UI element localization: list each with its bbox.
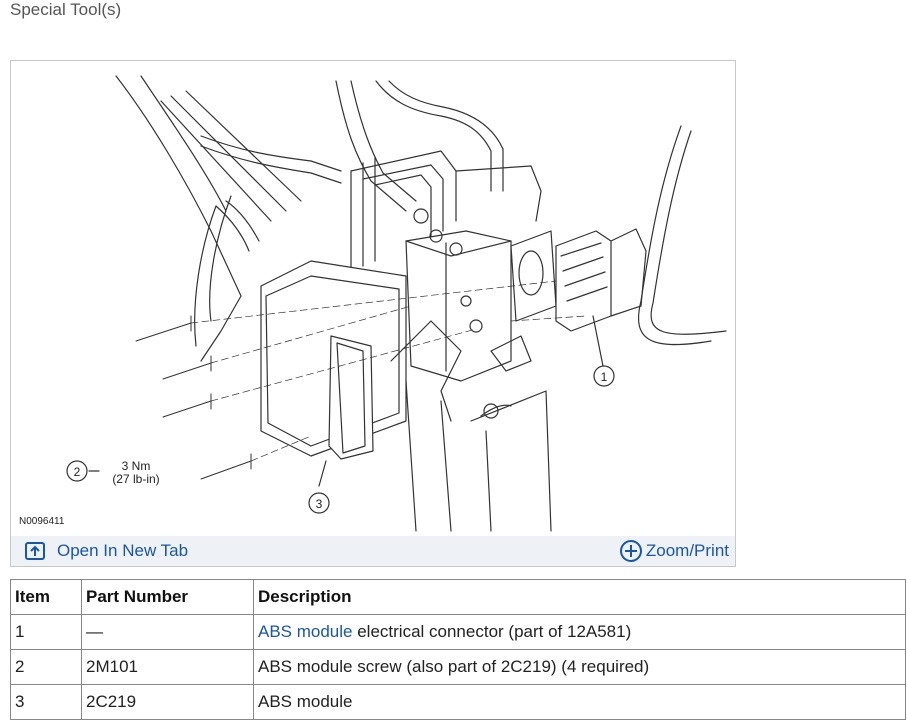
torque-lbin-label: (27 lb-in): [112, 472, 159, 486]
description-text: electrical connector (part of 12A581): [352, 622, 632, 641]
torque-nm-label: 3 Nm: [122, 459, 151, 473]
table-row: 2 2M101 ABS module screw (also part of 2…: [10, 649, 906, 685]
plus-circle-icon: [619, 540, 642, 562]
description-cell: ABS module screw (also part of 2C219) (4…: [253, 649, 906, 685]
open-new-tab-label[interactable]: Open In New Tab: [57, 541, 188, 561]
open-new-tab-link[interactable]: Open In New Tab: [25, 541, 188, 561]
abs-module-diagram: 1 2 3 3 Nm (27 lb-in): [66, 75, 727, 532]
table-header-row: Item Part Number Description: [10, 579, 906, 615]
figure-actions-bar: Open In New Tab Zoom/Print: [11, 536, 735, 566]
description-cell: ABS module electrical connector (part of…: [253, 614, 906, 650]
part-number-cell: 2C219: [81, 684, 254, 720]
description-cell: ABS module: [253, 684, 906, 720]
zoom-print-label[interactable]: Zoom/Print: [646, 541, 729, 561]
callout-3: 3: [308, 492, 330, 514]
header-description: Description: [253, 579, 906, 615]
table-row: 1 — ABS module electrical connector (par…: [10, 614, 906, 650]
parts-table: Item Part Number Description 1 — ABS mod…: [10, 579, 906, 720]
part-number-cell: 2M101: [81, 649, 254, 685]
open-new-tab-icon: [25, 542, 45, 560]
svg-text:2: 2: [74, 465, 81, 479]
item-cell: 2: [10, 649, 82, 685]
svg-text:3: 3: [316, 497, 323, 511]
header-part-number: Part Number: [81, 579, 254, 615]
item-cell: 3: [10, 684, 82, 720]
section-title: Special Tool(s): [10, 0, 122, 19]
zoom-print-link[interactable]: Zoom/Print: [619, 539, 729, 563]
callout-2: 2: [66, 460, 88, 482]
abs-module-link[interactable]: ABS module: [258, 622, 353, 641]
table-row: 3 2C219 ABS module: [10, 684, 906, 720]
part-number-cell: —: [81, 614, 254, 650]
header-item: Item: [10, 579, 82, 615]
figure-container: 1 2 3 3 Nm (27 lb-in) N0096411 Open In N…: [10, 60, 736, 567]
figure-code: N0096411: [19, 516, 65, 527]
callout-1: 1: [593, 365, 615, 387]
item-cell: 1: [10, 614, 82, 650]
svg-text:1: 1: [601, 370, 608, 384]
